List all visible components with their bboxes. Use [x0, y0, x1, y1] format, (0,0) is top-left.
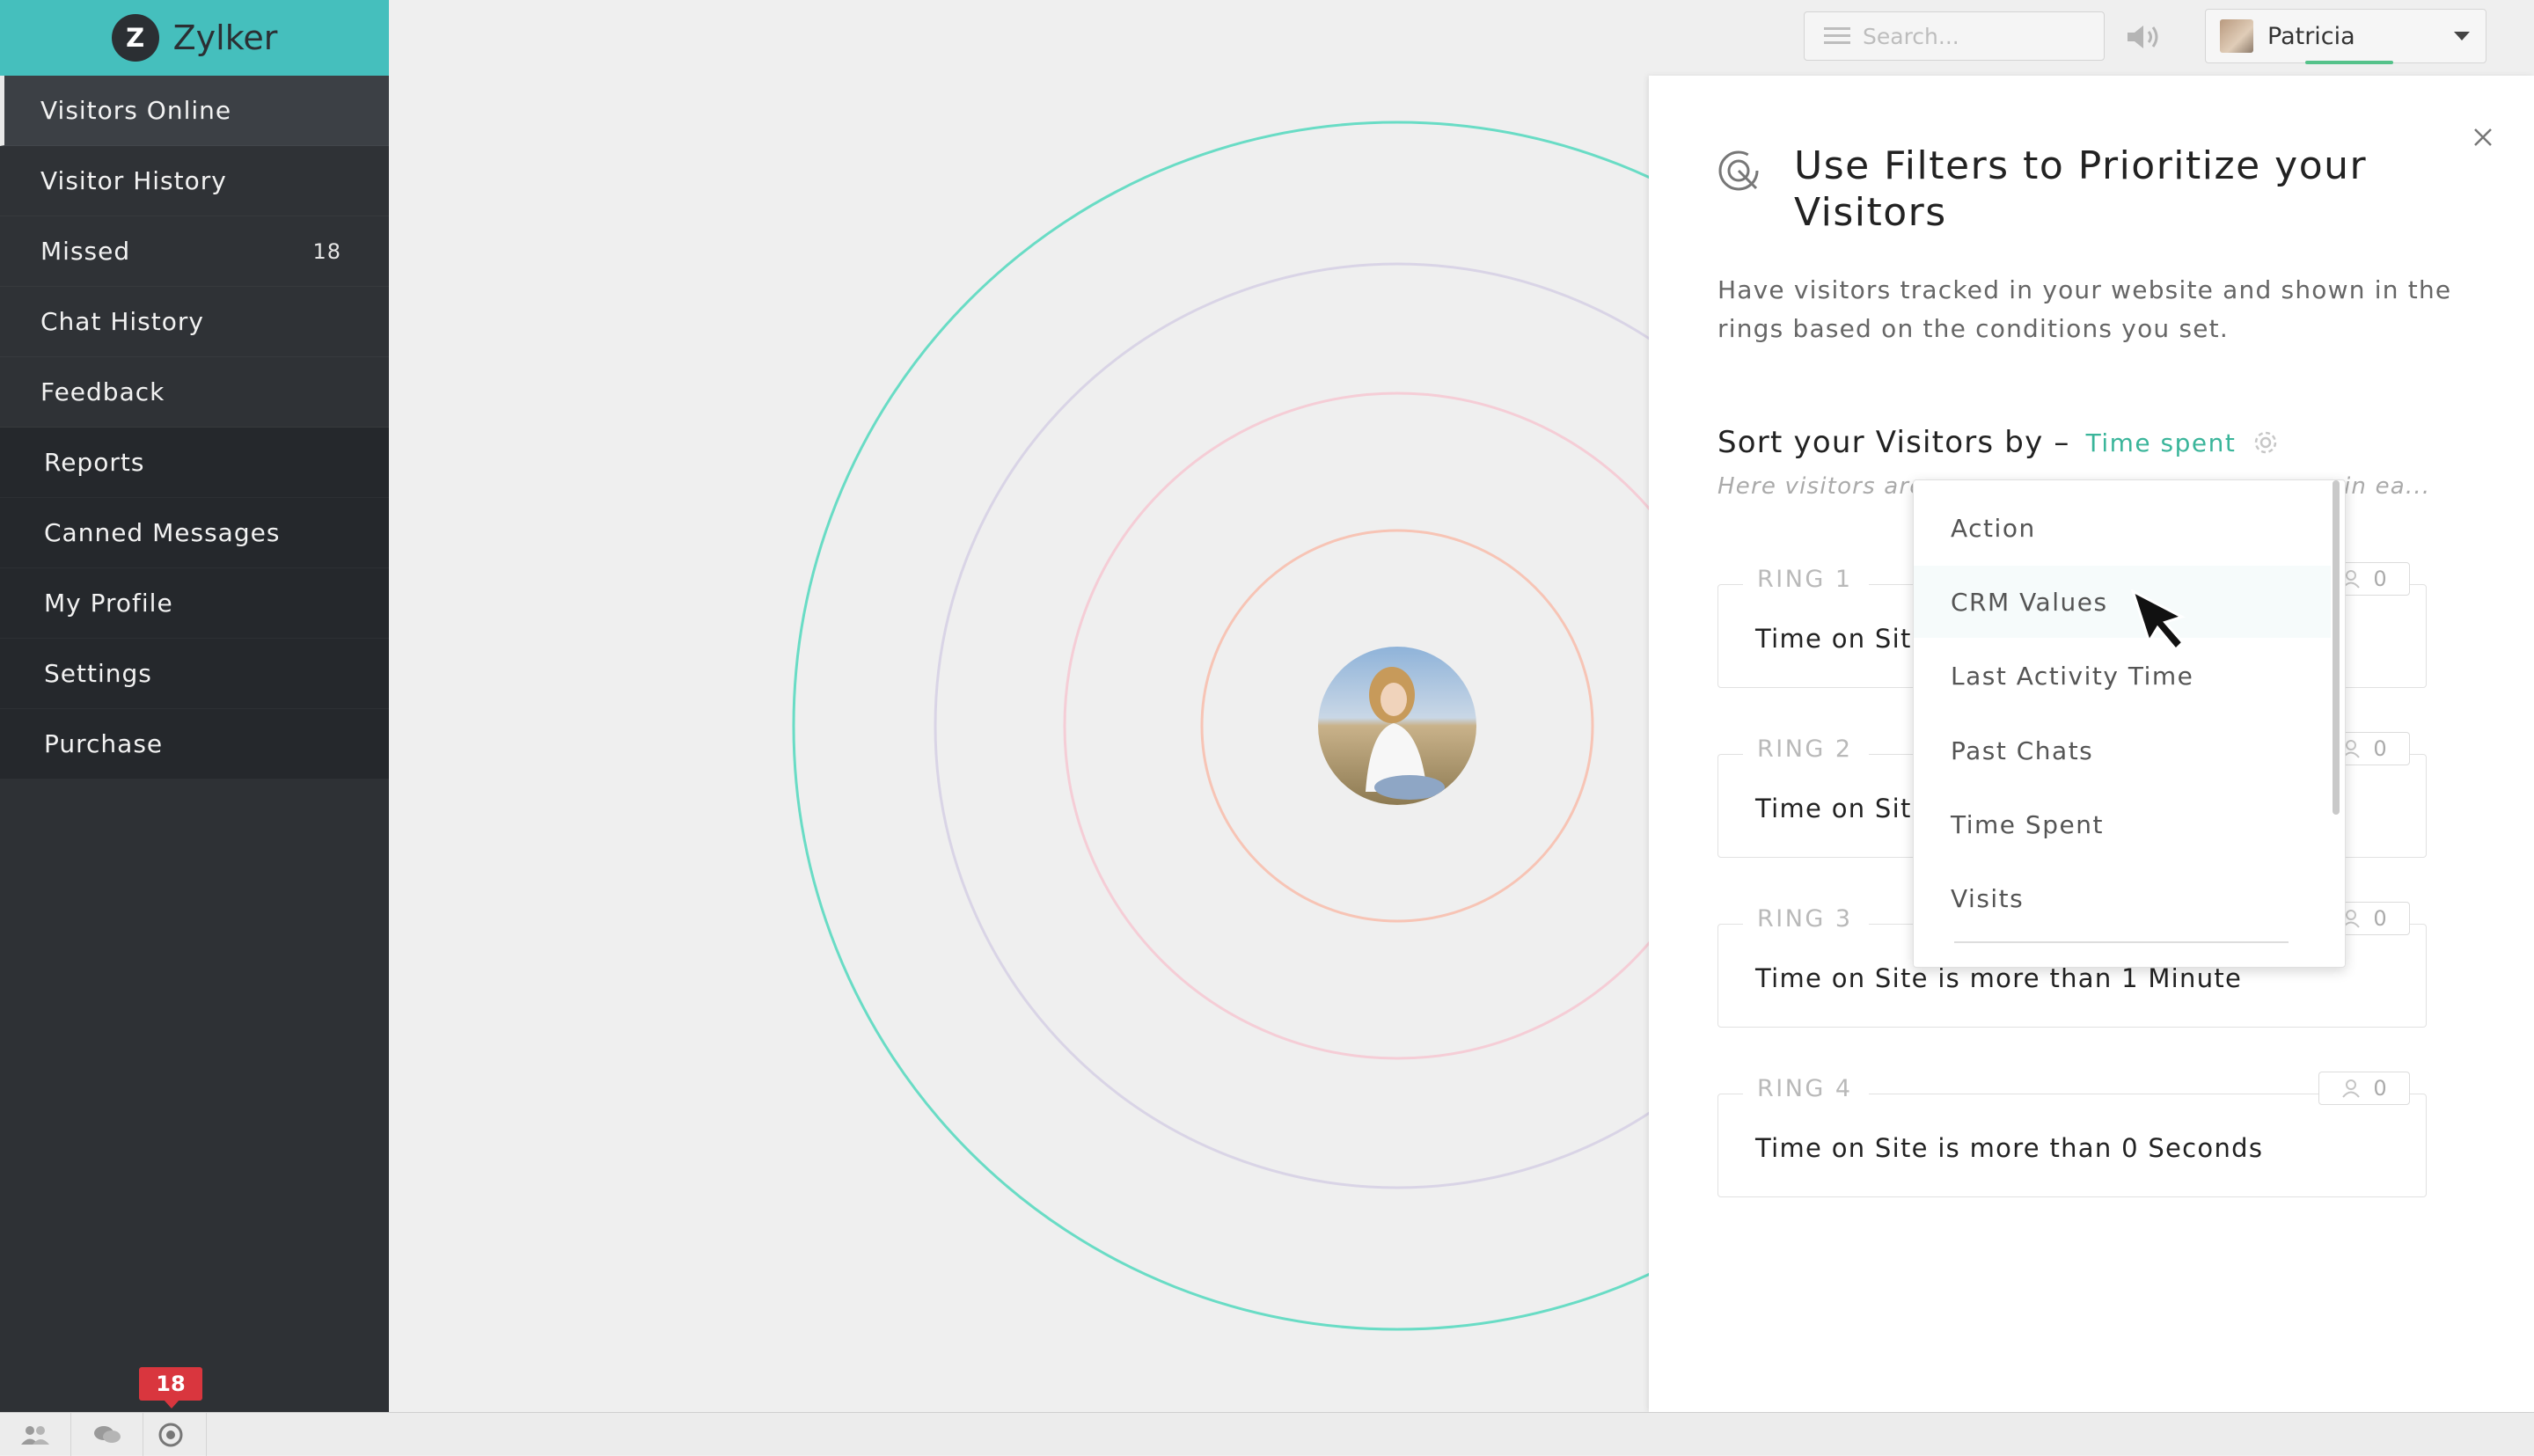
- close-icon[interactable]: [2465, 120, 2501, 155]
- user-icon: [2342, 1079, 2361, 1098]
- ring-count-value: 0: [2373, 567, 2387, 591]
- menu-divider: [1954, 941, 2289, 943]
- user-avatar: [2220, 19, 2253, 53]
- sidebar-item-label: Feedback: [40, 377, 165, 406]
- ring-label: RING 1: [1743, 566, 1869, 593]
- ring-count-value: 0: [2373, 906, 2387, 931]
- menu-scrollbar[interactable]: [2333, 480, 2340, 815]
- sidebar-item-label: My Profile: [44, 589, 173, 618]
- ring-condition: Time on Site: [1755, 624, 1929, 654]
- gear-icon[interactable]: [2250, 427, 2281, 458]
- mouse-cursor-icon: [2130, 589, 2186, 652]
- sidebar-item-visitors-online[interactable]: Visitors Online: [0, 76, 389, 146]
- user-menu[interactable]: Patricia: [2205, 9, 2486, 63]
- menu-lines-icon: [1824, 27, 1850, 44]
- sidebar-item-feedback[interactable]: Feedback: [0, 357, 389, 428]
- missed-count-badge: 18: [312, 238, 341, 264]
- ring-condition: Time on Site is more than 1 Minute: [1755, 963, 2243, 993]
- search-box[interactable]: [1804, 11, 2105, 61]
- sort-value-link[interactable]: Time spent: [2086, 428, 2237, 457]
- operator-avatar[interactable]: [1318, 647, 1476, 805]
- ring-count-value: 0: [2373, 1076, 2387, 1101]
- sort-row: Sort your Visitors by – Time spent: [1717, 423, 2281, 462]
- menu-item-past-chats[interactable]: Past Chats: [1914, 714, 2331, 787]
- ring-label: RING 4: [1743, 1075, 1869, 1102]
- sidebar-item-canned-messages[interactable]: Canned Messages: [0, 498, 389, 568]
- sidebar: Z Zylker Visitors Online Visitor History…: [0, 0, 389, 1412]
- panel-title: Use Filters to Prioritize your Visitors: [1794, 143, 2368, 235]
- user-status-indicator: [2305, 61, 2393, 64]
- sidebar-item-missed[interactable]: Missed 18: [0, 216, 389, 287]
- sidebar-item-label: Reports: [44, 448, 145, 477]
- menu-item-visits[interactable]: Visits: [1914, 862, 2331, 934]
- radar-icon[interactable]: [135, 1413, 207, 1456]
- chats-icon[interactable]: [72, 1413, 143, 1456]
- sidebar-item-label: Missed: [40, 237, 131, 266]
- visitors-icon[interactable]: [0, 1413, 71, 1456]
- sidebar-item-chat-history[interactable]: Chat History: [0, 287, 389, 357]
- visitor-radar: [389, 0, 2003, 1412]
- ring-count-value: 0: [2373, 736, 2387, 761]
- menu-item-action[interactable]: Action: [1914, 492, 2331, 564]
- sort-by-dropdown[interactable]: Action CRM Values Last Activity Time Pas…: [1913, 479, 2346, 968]
- ring-card-4[interactable]: RING 4 0 Time on Site is more than 0 Sec…: [1717, 1072, 2427, 1197]
- sidebar-item-my-profile[interactable]: My Profile: [0, 568, 389, 639]
- caret-down-icon: [2454, 32, 2470, 40]
- sidebar-item-reports[interactable]: Reports: [0, 428, 389, 498]
- sidebar-item-label: Settings: [44, 659, 152, 688]
- radar-ring-2: [934, 262, 1861, 1189]
- menu-item-crm-values[interactable]: CRM Values: [1914, 566, 2331, 638]
- sort-hint-tail: in ea...: [2344, 473, 2431, 500]
- panel-description: Have visitors tracked in your website an…: [1717, 275, 2452, 343]
- brand-header[interactable]: Z Zylker: [0, 0, 389, 76]
- menu-item-time-spent[interactable]: Time Spent: [1914, 788, 2331, 860]
- bottom-bar: [0, 1412, 2534, 1456]
- sidebar-item-label: Visitor History: [40, 166, 227, 195]
- sidebar-item-settings[interactable]: Settings: [0, 639, 389, 709]
- sidebar-item-label: Canned Messages: [44, 518, 281, 547]
- radar-rings: [792, 121, 2003, 1331]
- brand-name: Zylker: [172, 18, 278, 57]
- brand-logo-icon: Z: [111, 14, 159, 62]
- sidebar-item-purchase[interactable]: Purchase: [0, 709, 389, 779]
- ring-condition: Time on Site is more than 0 Seconds: [1755, 1133, 2264, 1163]
- menu-item-last-activity-time[interactable]: Last Activity Time: [1914, 640, 2331, 712]
- sidebar-item-label: Chat History: [40, 307, 204, 336]
- sidebar-item-label: Visitors Online: [40, 96, 232, 125]
- ring-condition: Time on Site: [1755, 794, 1929, 823]
- search-input[interactable]: [1861, 22, 2084, 50]
- ring-label: RING 2: [1743, 735, 1869, 763]
- notification-badge: 18: [139, 1367, 202, 1408]
- user-name: Patricia: [2267, 22, 2355, 50]
- ring-label: RING 3: [1743, 905, 1869, 933]
- speaker-icon[interactable]: [2123, 18, 2164, 56]
- sidebar-item-visitor-history[interactable]: Visitor History: [0, 146, 389, 216]
- ring-visitor-count: 0: [2318, 1072, 2410, 1105]
- radar-ring-1: [792, 121, 2003, 1331]
- target-icon: [1718, 150, 1759, 191]
- sort-label: Sort your Visitors by –: [1717, 425, 2070, 460]
- sidebar-item-label: Purchase: [44, 729, 164, 758]
